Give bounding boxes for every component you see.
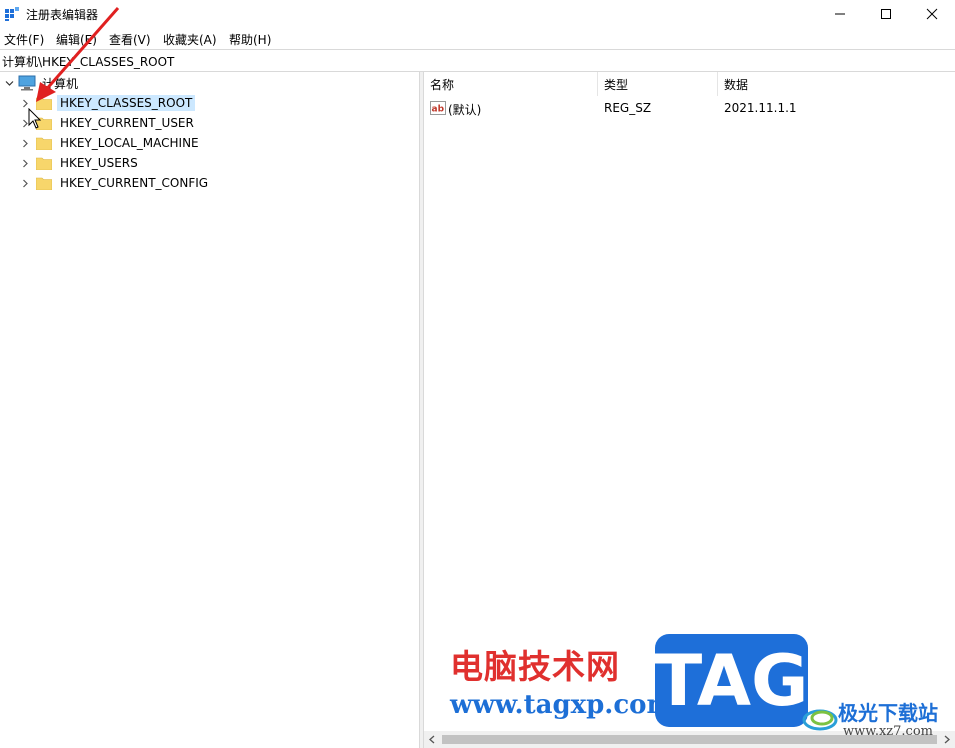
watermark-site-name: 电脑技术网 — [450, 647, 620, 686]
tree-node-hkey-users[interactable]: HKEY_USERS — [20, 153, 141, 173]
watermark-secondary-name: 极光下载站 — [838, 701, 938, 725]
chevron-right-icon[interactable] — [20, 153, 30, 173]
annotation-arrow-icon — [36, 7, 120, 102]
close-button[interactable] — [909, 0, 955, 28]
tree-node-label: HKEY_LOCAL_MACHINE — [60, 136, 199, 150]
string-value-icon: ab — [430, 101, 446, 115]
minimize-icon — [835, 13, 845, 15]
folder-icon — [36, 137, 52, 150]
maximize-icon — [881, 9, 891, 19]
chevron-right-icon[interactable] — [20, 173, 30, 193]
value-type: REG_SZ — [604, 101, 652, 115]
menu-bar: 文件(F) 编辑(E) 查看(V) 收藏夹(A) 帮助(H) — [0, 28, 955, 48]
title-bar: 注册表编辑器 — [0, 0, 955, 28]
menu-help[interactable]: 帮助(H) — [229, 31, 271, 48]
close-icon — [926, 8, 938, 20]
maximize-button[interactable] — [863, 0, 909, 28]
tree-node-hkey-current-config[interactable]: HKEY_CURRENT_CONFIG — [20, 173, 211, 193]
column-header-data[interactable]: 数据 — [718, 72, 955, 96]
minimize-button[interactable] — [817, 0, 863, 28]
tree-node-label: HKEY_CURRENT_USER — [60, 116, 194, 130]
scroll-left-icon[interactable] — [428, 735, 436, 744]
mouse-cursor-icon — [28, 108, 42, 129]
svg-text:ab: ab — [432, 105, 445, 115]
tree-pane[interactable]: 计算机 HKEY_CLASSES_ROOT HKEY_CURRENT_USER … — [0, 72, 419, 748]
tree-node-hkey-current-user[interactable]: HKEY_CURRENT_USER — [20, 113, 197, 133]
column-header-type[interactable]: 类型 — [598, 72, 718, 96]
watermark-swirl-logo-icon — [802, 709, 838, 731]
value-name: (默认) — [448, 103, 482, 117]
menu-favorites[interactable]: 收藏夹(A) — [163, 31, 217, 48]
column-header-name[interactable]: 名称 — [424, 72, 598, 96]
watermark-secondary-url: www.xz7.com — [843, 724, 933, 739]
tree-node-label: HKEY_CURRENT_CONFIG — [60, 176, 209, 190]
folder-icon — [36, 157, 52, 170]
folder-icon — [36, 177, 52, 190]
scroll-right-icon[interactable] — [943, 735, 951, 744]
tree-node-hkey-local-machine[interactable]: HKEY_LOCAL_MACHINE — [20, 133, 202, 153]
watermark-tag-logo: TAG — [655, 634, 808, 727]
chevron-right-icon[interactable] — [20, 133, 30, 153]
value-data: 2021.11.1.1 — [724, 101, 797, 115]
address-bar[interactable]: 计算机\HKEY_CLASSES_ROOT — [0, 49, 955, 72]
list-row[interactable]: ab (默认) REG_SZ 2021.11.1.1 — [424, 98, 955, 118]
tree-node-label: HKEY_USERS — [60, 156, 138, 170]
watermark-url: www.tagxp.com — [450, 690, 675, 720]
